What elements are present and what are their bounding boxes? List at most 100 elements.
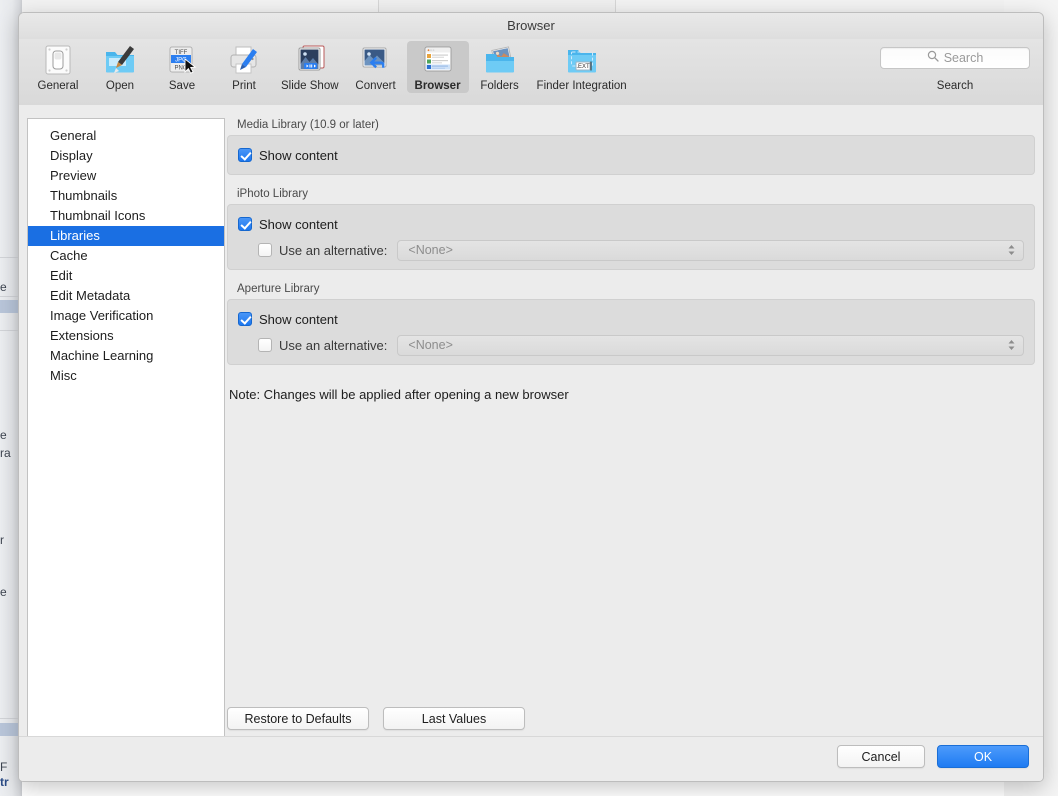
- checkbox-label: Show content: [259, 216, 338, 232]
- printer-icon: [227, 43, 261, 77]
- group-title: iPhoto Library: [237, 188, 308, 200]
- toolbar-item-save[interactable]: TIFF JPG PNG Save: [151, 41, 213, 93]
- chevron-updown-icon: [1007, 339, 1016, 352]
- toolbar-item-slide-show[interactable]: Slide Show: [275, 41, 345, 93]
- dialog-footer: Cancel OK: [19, 736, 1043, 781]
- preferences-sidebar[interactable]: General Display Preview Thumbnails Thumb…: [27, 118, 225, 742]
- dialog-titlebar: Browser: [19, 13, 1043, 39]
- sidebar-item-libraries[interactable]: Libraries: [28, 226, 224, 246]
- sidebar-item-label: Machine Learning: [50, 348, 154, 363]
- background-text-fragment: r: [0, 533, 4, 547]
- sidebar-item-label: Edit: [50, 268, 73, 283]
- sidebar-item-thumbnails[interactable]: Thumbnails: [28, 186, 224, 206]
- preferences-content-pane: Media Library (10.9 or later) Show conte…: [227, 118, 1035, 740]
- group-media-library: Media Library (10.9 or later) Show conte…: [227, 118, 1035, 175]
- checkbox-label: Use an alternative:: [279, 242, 388, 258]
- group-box: Show content: [227, 135, 1035, 175]
- sidebar-item-machine-learning[interactable]: Machine Learning: [28, 346, 224, 366]
- group-iphoto-library: iPhoto Library Show content Use an alter…: [227, 187, 1035, 270]
- sidebar-item-label: Libraries: [50, 228, 100, 243]
- content-action-buttons: Restore to Defaults Last Values: [227, 707, 525, 730]
- sidebar-item-label: Image Verification: [50, 308, 154, 323]
- sidebar-item-thumbnail-icons[interactable]: Thumbnail Icons: [28, 206, 224, 226]
- ok-button[interactable]: OK: [937, 745, 1029, 768]
- sidebar-item-label: Thumbnails: [50, 188, 118, 203]
- folder-photos-icon: [483, 43, 517, 77]
- group-box: Show content Use an alternative: <None>: [227, 299, 1035, 365]
- iphoto-show-content-row[interactable]: Show content: [238, 213, 1024, 235]
- toolbar-item-list: General Open TIFF JPG PNG Save Print Sli…: [27, 39, 633, 105]
- sidebar-item-cache[interactable]: Cache: [28, 246, 224, 266]
- sidebar-item-misc[interactable]: Misc: [28, 366, 224, 386]
- folder-brush-icon: [103, 43, 137, 77]
- toolbar-item-folders[interactable]: Folders: [469, 41, 531, 93]
- group-title: Aperture Library: [237, 283, 320, 295]
- toolbar-search-group: Search Search: [879, 47, 1031, 92]
- sidebar-item-image-verification[interactable]: Image Verification: [28, 306, 224, 326]
- toolbar-item-open[interactable]: Open: [89, 41, 151, 93]
- toolbar-item-finder-integration[interactable]: .EXT Finder Integration: [531, 41, 633, 93]
- restore-to-defaults-button[interactable]: Restore to Defaults: [227, 707, 369, 730]
- aperture-show-content-checkbox[interactable]: [238, 312, 252, 326]
- sidebar-item-label: Display: [50, 148, 93, 163]
- background-text-fragment: F: [0, 760, 8, 774]
- toolbar-item-label: Folders: [480, 80, 519, 92]
- iphoto-show-content-checkbox[interactable]: [238, 217, 252, 231]
- media-library-show-content-checkbox[interactable]: [238, 148, 252, 162]
- toolbar-item-label: Save: [168, 80, 196, 92]
- sidebar-item-display[interactable]: Display: [28, 146, 224, 166]
- preferences-dialog: Browser General Open TIFF JPG PNG Save P…: [18, 12, 1044, 782]
- slideshow-icon: [293, 43, 327, 77]
- iphoto-use-alternative-checkbox[interactable]: [258, 243, 272, 257]
- background-text-fragment: e: [0, 280, 7, 294]
- toolbar-item-label: Open: [105, 80, 135, 92]
- iphoto-alternative-select[interactable]: <None>: [397, 239, 1024, 261]
- toolbar-item-general[interactable]: General: [27, 41, 89, 93]
- search-icon: [927, 49, 939, 67]
- dialog-body: General Display Preview Thumbnails Thumb…: [19, 105, 1043, 742]
- search-label: Search: [936, 80, 974, 92]
- svg-text:.EXT: .EXT: [576, 64, 590, 70]
- checkbox-label: Show content: [259, 311, 338, 327]
- aperture-alternative-row[interactable]: Use an alternative: <None>: [238, 334, 1024, 356]
- sidebar-item-edit[interactable]: Edit: [28, 266, 224, 286]
- convert-arrow-icon: [359, 43, 393, 77]
- sidebar-item-label: Thumbnail Icons: [50, 208, 146, 223]
- group-box: Show content Use an alternative: <None>: [227, 204, 1035, 270]
- aperture-alternative-select[interactable]: <None>: [397, 334, 1024, 356]
- sidebar-item-extensions[interactable]: Extensions: [28, 326, 224, 346]
- chevron-updown-icon: [1007, 244, 1016, 257]
- last-values-button[interactable]: Last Values: [383, 707, 525, 730]
- toolbar-item-label: General: [37, 80, 79, 92]
- sidebar-item-edit-metadata[interactable]: Edit Metadata: [28, 286, 224, 306]
- browser-list-icon: [421, 43, 455, 77]
- group-aperture-library: Aperture Library Show content Use an alt…: [227, 282, 1035, 365]
- switch-panel-icon: [41, 43, 75, 77]
- note-text: Note: Changes will be applied after open…: [229, 387, 569, 402]
- iphoto-alternative-row[interactable]: Use an alternative: <None>: [238, 239, 1024, 261]
- toolbar-item-convert[interactable]: Convert: [345, 41, 407, 93]
- toolbar-item-print[interactable]: Print: [213, 41, 275, 93]
- search-input[interactable]: Search: [880, 47, 1030, 69]
- sidebar-item-preview[interactable]: Preview: [28, 166, 224, 186]
- folder-ext-icon: .EXT: [565, 43, 599, 77]
- search-placeholder: Search: [943, 51, 984, 65]
- aperture-use-alternative-checkbox[interactable]: [258, 338, 272, 352]
- background-text-fragment: e: [0, 585, 7, 599]
- cancel-button[interactable]: Cancel: [837, 745, 925, 768]
- background-text-fragment: ra: [0, 446, 11, 460]
- toolbar-item-browser[interactable]: Browser: [406, 41, 469, 93]
- sidebar-item-label: General: [50, 128, 97, 143]
- toolbar-item-label: Convert: [355, 80, 396, 92]
- sidebar-item-label: Edit Metadata: [50, 288, 131, 303]
- sidebar-item-general[interactable]: General: [28, 126, 224, 146]
- checkbox-label: Show content: [259, 147, 338, 163]
- group-title: Media Library (10.9 or later): [237, 119, 379, 131]
- media-library-show-content-row[interactable]: Show content: [238, 144, 1024, 166]
- footer-buttons: Cancel OK: [837, 745, 1029, 768]
- preferences-toolbar: General Open TIFF JPG PNG Save Print Sli…: [19, 39, 1043, 106]
- select-value: <None>: [408, 243, 453, 257]
- window-title: Browser: [507, 18, 555, 33]
- sidebar-item-label: Extensions: [50, 328, 114, 343]
- aperture-show-content-row[interactable]: Show content: [238, 308, 1024, 330]
